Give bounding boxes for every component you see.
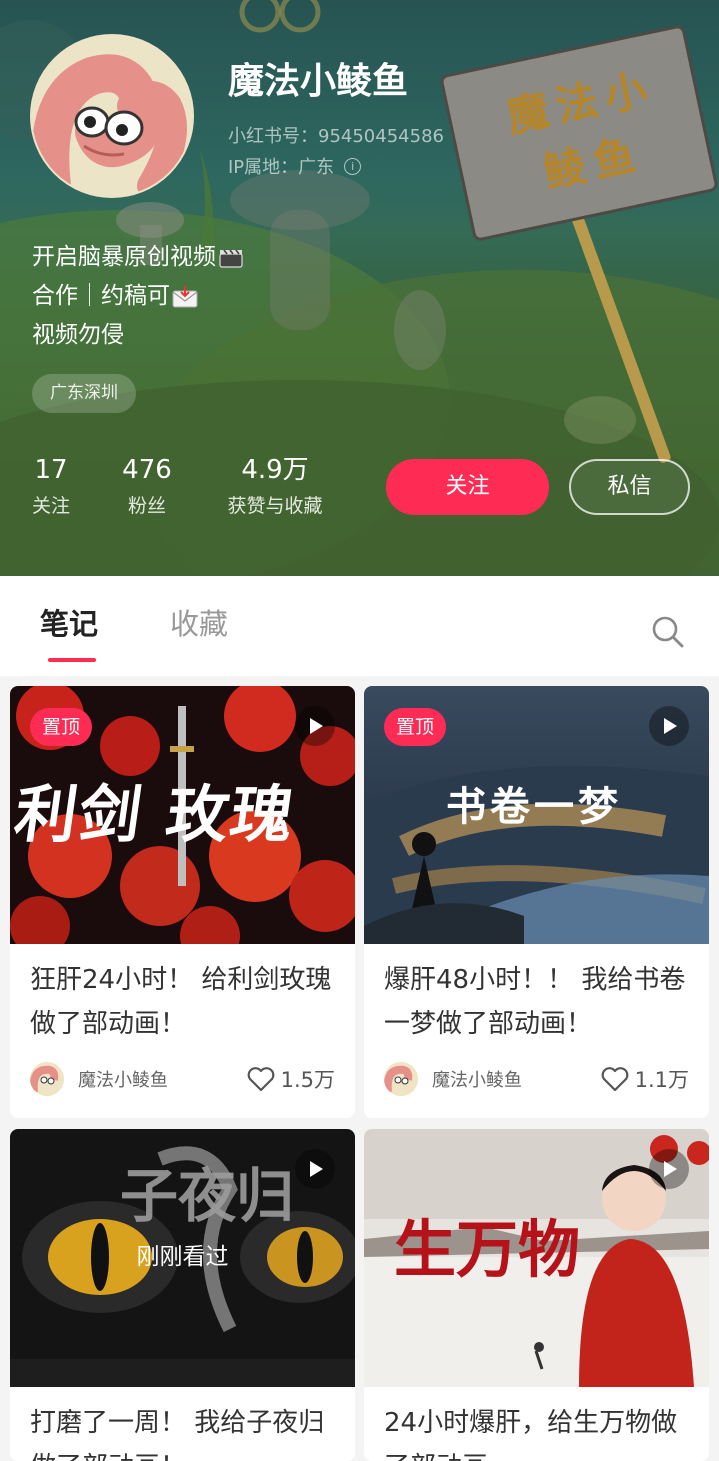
recently-watched-label: 刚刚看过 [136, 1244, 229, 1270]
heart-icon [247, 1067, 274, 1092]
like-count: 1.5万 [280, 1068, 335, 1092]
note-title[interactable]: 爆肝48小时！！ 我给书卷一梦做了部动画！ [384, 958, 696, 1046]
bio-line: 开启脑暴原创视频 [32, 238, 244, 277]
cover-title-text: 子夜归 [120, 1162, 295, 1230]
sign-lettering: 魔法小鲮鱼 [502, 62, 660, 198]
like-button[interactable]: 1.1万 [601, 1064, 689, 1094]
cover-title-text: 利剑 玫瑰 [10, 778, 300, 851]
active-tab-indicator [48, 658, 96, 662]
bio-line-text: 视频勿侵 [32, 322, 124, 348]
stat-value: 17 [34, 455, 68, 485]
profile-bio: 开启脑暴原创视频 合作｜约稿可 视频勿侵 [32, 238, 244, 355]
stat-label: 粉丝 [127, 495, 166, 517]
location-tag[interactable]: 广东深圳 [32, 374, 136, 413]
author-name[interactable]: 魔法小鲮鱼 [432, 1066, 601, 1092]
pinned-badge: 置顶 [384, 708, 447, 746]
follow-button[interactable]: 关注 [386, 459, 549, 515]
bio-line: 合作｜约稿可 [32, 277, 244, 316]
stat-following[interactable]: 17 关注 [28, 454, 74, 520]
red-id[interactable]: 小红书号：95450454586 [228, 122, 444, 148]
bio-line-text: 开启脑暴原创视频 [32, 244, 216, 270]
stat-followers[interactable]: 476 粉丝 [114, 454, 180, 520]
content-tabbar: 笔记 收藏 [0, 576, 719, 676]
author-name[interactable]: 魔法小鲮鱼 [78, 1066, 247, 1092]
note-cover[interactable]: 生万物 [364, 1129, 709, 1387]
note-footer: 魔法小鲮鱼 1.5万 [30, 1062, 335, 1096]
heart-icon [601, 1067, 628, 1092]
stat-label: 关注 [31, 495, 70, 517]
message-button[interactable]: 私信 [569, 459, 690, 515]
tab-collections[interactable]: 收藏 [170, 604, 228, 644]
author-avatar[interactable] [30, 1062, 64, 1096]
stat-value: 4.9万 [241, 455, 309, 485]
clapperboard-icon [219, 249, 243, 268]
note-title[interactable]: 狂肝24小时！ 给利剑玫瑰做了部动画！ [30, 958, 342, 1046]
play-icon [295, 1149, 335, 1189]
tab-notes[interactable]: 笔记 [40, 604, 98, 644]
author-avatar[interactable] [384, 1062, 418, 1096]
profile-nickname: 魔法小鲮鱼 [228, 61, 409, 102]
note-cover[interactable]: 利剑 玫瑰 置顶 [10, 686, 355, 944]
play-icon [295, 706, 335, 746]
like-count: 1.1万 [634, 1068, 689, 1092]
incoming-envelope-icon [172, 285, 198, 307]
play-icon [649, 706, 689, 746]
info-icon[interactable]: i [344, 157, 362, 175]
cartoon-shrimp-illustration [32, 36, 192, 196]
note-title[interactable]: 打磨了一周！ 我给子夜归做了部动画！ [30, 1401, 342, 1461]
note-cover[interactable]: 书卷一梦 置顶 [364, 686, 709, 944]
stat-label: 获赞与收藏 [227, 495, 323, 517]
stat-value: 476 [122, 455, 172, 485]
note-card[interactable]: 利剑 玫瑰 置顶 狂肝24小时！ 给利剑玫瑰做了部动画！ 魔法小鲮鱼 1.5万 [10, 686, 355, 1118]
note-title[interactable]: 24小时爆肝，给生万物做了部动画 [384, 1401, 696, 1461]
note-card[interactable]: 子夜归 刚刚看过 打磨了一周！ 我给子夜归做了部动画！ [10, 1129, 355, 1461]
ip-location-text: IP属地：广东 [228, 157, 335, 178]
note-card[interactable]: 书卷一梦 置顶 爆肝48小时！！ 我给书卷一梦做了部动画！ 魔法小鲮鱼 1.1万 [364, 686, 709, 1118]
profile-header: 魔法小鲮鱼 魔法小鲮鱼 小红书号：95450454586 IP属地：广东 i 开… [0, 0, 719, 576]
like-button[interactable]: 1.5万 [247, 1064, 335, 1094]
stat-likes-and-saves[interactable]: 4.9万 获赞与收藏 [216, 454, 334, 520]
bio-line: 视频勿侵 [32, 316, 244, 355]
profile-avatar[interactable] [30, 34, 194, 198]
note-cover[interactable]: 子夜归 刚刚看过 [10, 1129, 355, 1387]
search-icon[interactable] [650, 614, 686, 650]
note-footer: 魔法小鲮鱼 1.1万 [384, 1062, 689, 1096]
play-icon [649, 1149, 689, 1189]
bio-line-text: 合作｜约稿可 [32, 283, 170, 309]
pinned-badge: 置顶 [30, 708, 93, 746]
note-card[interactable]: 生万物 24小时爆肝，给生万物做了部动画 [364, 1129, 709, 1461]
cover-title-text: 生万物 [394, 1213, 581, 1286]
cover-title-text: 书卷一梦 [446, 784, 622, 830]
ip-location-row[interactable]: IP属地：广东 i [228, 153, 362, 179]
